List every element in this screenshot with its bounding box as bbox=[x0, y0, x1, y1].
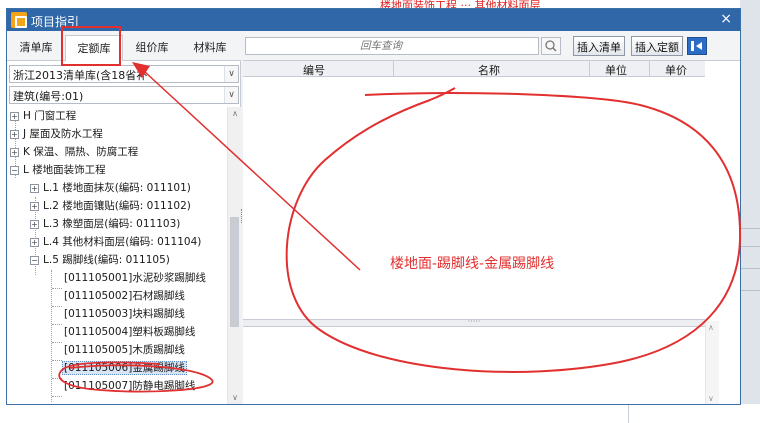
tab-bill-library[interactable]: 清单库 bbox=[7, 39, 65, 55]
category-select[interactable]: 建筑(编号:01) ∨ bbox=[9, 86, 239, 104]
tree-node-label: J 屋面及防水工程 bbox=[23, 128, 103, 140]
tree-leaf[interactable]: [011105007]防静电踢脚线 bbox=[62, 377, 197, 395]
expand-icon[interactable]: + bbox=[30, 201, 39, 211]
tree-node-label: L.2 楼地面镶贴(编码: 011102) bbox=[43, 200, 191, 212]
tree-node-label: L.1 楼地面抹灰(编码: 011101) bbox=[43, 182, 191, 194]
tree-node[interactable]: + K 保温、隔热、防腐工程 bbox=[10, 143, 138, 161]
app-icon bbox=[11, 12, 27, 28]
result-grid-header: 编号 名称 单位 单价 bbox=[243, 61, 705, 77]
tree-node[interactable]: + L.2 楼地面镶贴(编码: 011102) bbox=[30, 197, 191, 215]
search-icon bbox=[545, 40, 557, 52]
tree-node-label: L.4 其他材料面层(编码: 011104) bbox=[43, 236, 202, 248]
collapse-panel-icon[interactable] bbox=[687, 37, 707, 55]
right-toolbar: 插入清单 插入定额 bbox=[243, 31, 740, 61]
project-guide-dialog: 项目指引 × 清单库 定额库 组价库 材料库 浙江2013清单库(含18省补 ∨… bbox=[6, 8, 741, 405]
detail-scrollbar[interactable]: ∧ ∨ bbox=[705, 321, 719, 404]
column-header-unit[interactable]: 单位 bbox=[605, 62, 627, 78]
close-icon[interactable]: × bbox=[720, 11, 732, 27]
dialog-title: 项目指引 bbox=[31, 15, 80, 29]
tree-scrollbar[interactable]: ∧ ∨ bbox=[227, 107, 241, 404]
tree-node-label: H 门窗工程 bbox=[23, 110, 77, 122]
scroll-down-icon[interactable]: ∨ bbox=[228, 393, 242, 402]
background-app-panel bbox=[740, 0, 760, 423]
expand-icon[interactable]: + bbox=[30, 219, 39, 229]
library-select-value: 浙江2013清单库(含18省补 bbox=[13, 69, 148, 82]
chevron-down-icon[interactable]: ∨ bbox=[224, 87, 238, 103]
collapse-icon[interactable]: − bbox=[30, 255, 39, 265]
column-header-name[interactable]: 名称 bbox=[478, 62, 500, 78]
tab-material-library[interactable]: 材料库 bbox=[181, 39, 239, 55]
bill-tree: + H 门窗工程 + J 屋面及防水工程 + K 保温、隔热、防腐工程 − L 楼地面装… bbox=[7, 107, 227, 404]
pane-splitter[interactable]: ····· bbox=[243, 318, 705, 327]
left-panel: 清单库 定额库 组价库 材料库 浙江2013清单库(含18省补 ∨ 建筑(编号:… bbox=[7, 31, 241, 404]
tree-node[interactable]: − L 楼地面装饰工程 bbox=[10, 161, 106, 179]
tree-node[interactable]: + L.4 其他材料面层(编码: 011104) bbox=[30, 233, 201, 251]
expand-icon[interactable]: + bbox=[10, 111, 19, 121]
scroll-down-icon[interactable]: ∨ bbox=[708, 394, 714, 403]
tree-leaf-selected[interactable]: [011105006]金属踢脚线 bbox=[62, 359, 187, 377]
insert-bill-button[interactable]: 插入清单 bbox=[573, 36, 625, 56]
tree-node[interactable]: + L.1 楼地面抹灰(编码: 011101) bbox=[30, 179, 191, 197]
scroll-up-icon[interactable]: ∧ bbox=[228, 109, 242, 118]
expand-icon[interactable]: + bbox=[30, 183, 39, 193]
column-header-code[interactable]: 编号 bbox=[303, 62, 325, 78]
tree-node[interactable]: − L.5 踢脚线(编码: 011105) bbox=[30, 251, 170, 269]
expand-icon[interactable]: + bbox=[10, 147, 19, 157]
tree-leaf-label: [011105007]防静电踢脚线 bbox=[64, 380, 196, 392]
tree-leaf-label: [011105001]水泥砂浆踢脚线 bbox=[64, 272, 206, 284]
column-header-price[interactable]: 单价 bbox=[665, 62, 687, 78]
expand-icon[interactable]: + bbox=[10, 129, 19, 139]
tree-leaf[interactable]: [011105004]塑料板踢脚线 bbox=[62, 323, 197, 341]
annotation-text: 楼地面-踢脚线-金属踢脚线 bbox=[390, 256, 555, 272]
tree-node-label: L 楼地面装饰工程 bbox=[23, 164, 106, 176]
tree-leaf[interactable]: [011105002]石材踢脚线 bbox=[62, 287, 187, 305]
search-input[interactable] bbox=[246, 38, 516, 54]
tab-pricing-library[interactable]: 组价库 bbox=[123, 39, 181, 55]
expand-icon[interactable]: + bbox=[30, 237, 39, 247]
tree-node-label: L.3 橡塑面层(编码: 011103) bbox=[43, 218, 181, 230]
tree-node[interactable]: + H 门窗工程 bbox=[10, 107, 76, 125]
search-box[interactable] bbox=[245, 37, 539, 55]
tree-node[interactable]: + L.3 橡塑面层(编码: 011103) bbox=[30, 215, 180, 233]
tree-node[interactable]: + J 屋面及防水工程 bbox=[10, 125, 103, 143]
tree-leaf-label: [011105002]石材踢脚线 bbox=[64, 290, 185, 302]
right-panel: 插入清单 插入定额 编号 名称 单位 单价 ····· ∧ ∨ bbox=[243, 31, 740, 404]
tree-node-label: K 保温、隔热、防腐工程 bbox=[23, 146, 139, 158]
tree-leaf-label: [011105005]木质踢脚线 bbox=[64, 344, 185, 356]
background-status-area bbox=[0, 404, 760, 423]
dialog-titlebar[interactable]: 项目指引 × bbox=[7, 9, 740, 31]
library-tabs: 清单库 定额库 组价库 材料库 bbox=[7, 31, 241, 61]
tree-leaf-label: [011105006]金属踢脚线 bbox=[62, 361, 187, 375]
insert-quota-button[interactable]: 插入定额 bbox=[631, 36, 683, 56]
collapse-icon[interactable]: − bbox=[10, 165, 19, 175]
tab-quota-library[interactable]: 定额库 bbox=[65, 35, 123, 61]
category-select-value: 建筑(编号:01) bbox=[13, 90, 84, 103]
tree-leaf-label: [011105004]塑料板踢脚线 bbox=[64, 326, 196, 338]
scroll-thumb[interactable] bbox=[230, 217, 239, 327]
tree-leaf[interactable]: [011105001]水泥砂浆踢脚线 bbox=[62, 269, 208, 287]
detail-pane bbox=[243, 327, 705, 404]
tree-leaf-label: [011105003]块料踢脚线 bbox=[64, 308, 185, 320]
tree-leaf[interactable]: [011105003]块料踢脚线 bbox=[62, 305, 187, 323]
tree-node-label: L.5 踢脚线(编码: 011105) bbox=[43, 254, 170, 266]
library-select[interactable]: 浙江2013清单库(含18省补 ∨ bbox=[9, 65, 239, 83]
search-button[interactable] bbox=[541, 37, 561, 55]
tree-leaf[interactable]: [011105005]木质踢脚线 bbox=[62, 341, 187, 359]
chevron-down-icon[interactable]: ∨ bbox=[224, 66, 238, 82]
scroll-up-icon[interactable]: ∧ bbox=[708, 323, 714, 332]
